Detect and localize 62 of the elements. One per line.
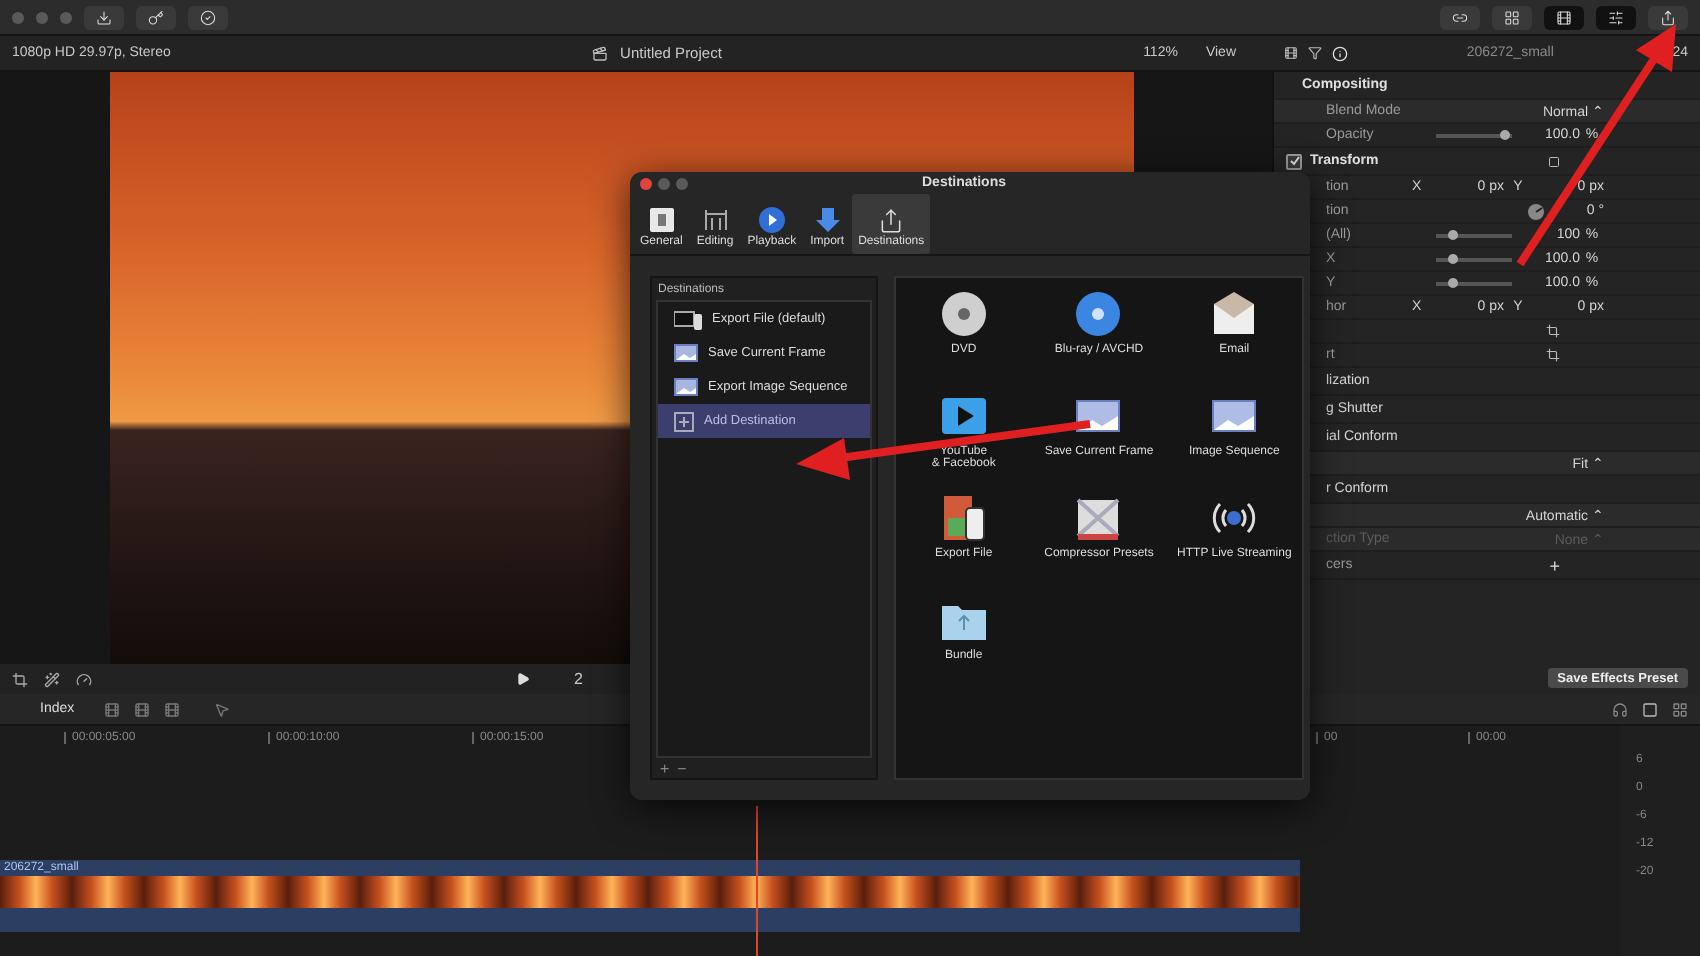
clip-icon[interactable] <box>134 701 151 717</box>
compressor-icon <box>1074 494 1123 542</box>
speed-icon[interactable] <box>76 671 92 687</box>
square-icon[interactable] <box>1642 701 1658 717</box>
check-circle-icon <box>200 9 216 25</box>
filter-icon[interactable] <box>1308 46 1322 60</box>
checkbox[interactable] <box>1286 153 1302 169</box>
share-icon <box>1660 9 1676 25</box>
share-icon <box>878 208 905 234</box>
film-phone-icon <box>939 494 988 542</box>
grid-button[interactable] <box>1492 5 1532 29</box>
add-icon <box>674 411 694 431</box>
down-arrow-icon <box>813 206 842 234</box>
grid-icon <box>1504 9 1520 25</box>
picture-icon <box>674 378 698 396</box>
add-button[interactable]: + <box>660 759 670 777</box>
computer-icon <box>674 309 702 329</box>
clip-icon[interactable] <box>164 701 181 717</box>
headphones-icon[interactable] <box>1612 701 1628 717</box>
slider-thumb[interactable] <box>1448 253 1459 263</box>
timecode: 2 <box>574 670 583 688</box>
crop-icon[interactable] <box>12 671 28 687</box>
pointer-icon[interactable] <box>214 701 231 717</box>
timeline-icon <box>701 206 730 234</box>
wand-icon[interactable] <box>44 671 60 687</box>
envelope-icon <box>1210 290 1259 338</box>
disc-icon <box>939 290 988 338</box>
settings-button[interactable] <box>1596 5 1636 29</box>
info-icon[interactable] <box>1332 45 1348 61</box>
crop-icon[interactable] <box>1546 324 1560 338</box>
close-button[interactable] <box>640 177 652 189</box>
film-icon <box>1556 9 1572 25</box>
download-icon <box>96 9 112 25</box>
link-button[interactable] <box>1440 5 1480 29</box>
add-button[interactable]: + <box>1549 555 1560 575</box>
play-icon[interactable] <box>516 672 530 686</box>
switch-icon <box>647 206 676 234</box>
key-icon <box>148 9 164 25</box>
film-icon[interactable] <box>1284 46 1298 60</box>
crop-icon[interactable] <box>1546 348 1560 362</box>
import-button[interactable] <box>84 5 124 29</box>
analyze-button[interactable] <box>188 5 228 29</box>
slider-thumb[interactable] <box>1448 229 1459 239</box>
dial-icon[interactable] <box>1528 203 1544 219</box>
link-icon <box>1452 9 1468 25</box>
play-icon <box>757 206 786 234</box>
slider-thumb[interactable] <box>1448 277 1459 287</box>
checkmark-icon <box>1289 156 1299 166</box>
filmstrip-button[interactable] <box>1544 5 1584 29</box>
grid-icon[interactable] <box>1672 701 1688 717</box>
sliders-icon <box>1608 9 1624 25</box>
filmstrip-thumbnails[interactable] <box>0 876 1300 908</box>
remove-button[interactable]: − <box>677 759 687 777</box>
picture-icon <box>674 344 698 362</box>
share-button[interactable] <box>1648 5 1688 29</box>
keywords-button[interactable] <box>136 5 176 29</box>
clip-icon[interactable] <box>104 701 121 717</box>
clapperboard-icon <box>592 45 609 61</box>
video-icon <box>939 392 988 440</box>
disc-icon <box>1074 290 1123 338</box>
slider-thumb[interactable] <box>1500 129 1511 139</box>
square-icon <box>1548 155 1560 167</box>
